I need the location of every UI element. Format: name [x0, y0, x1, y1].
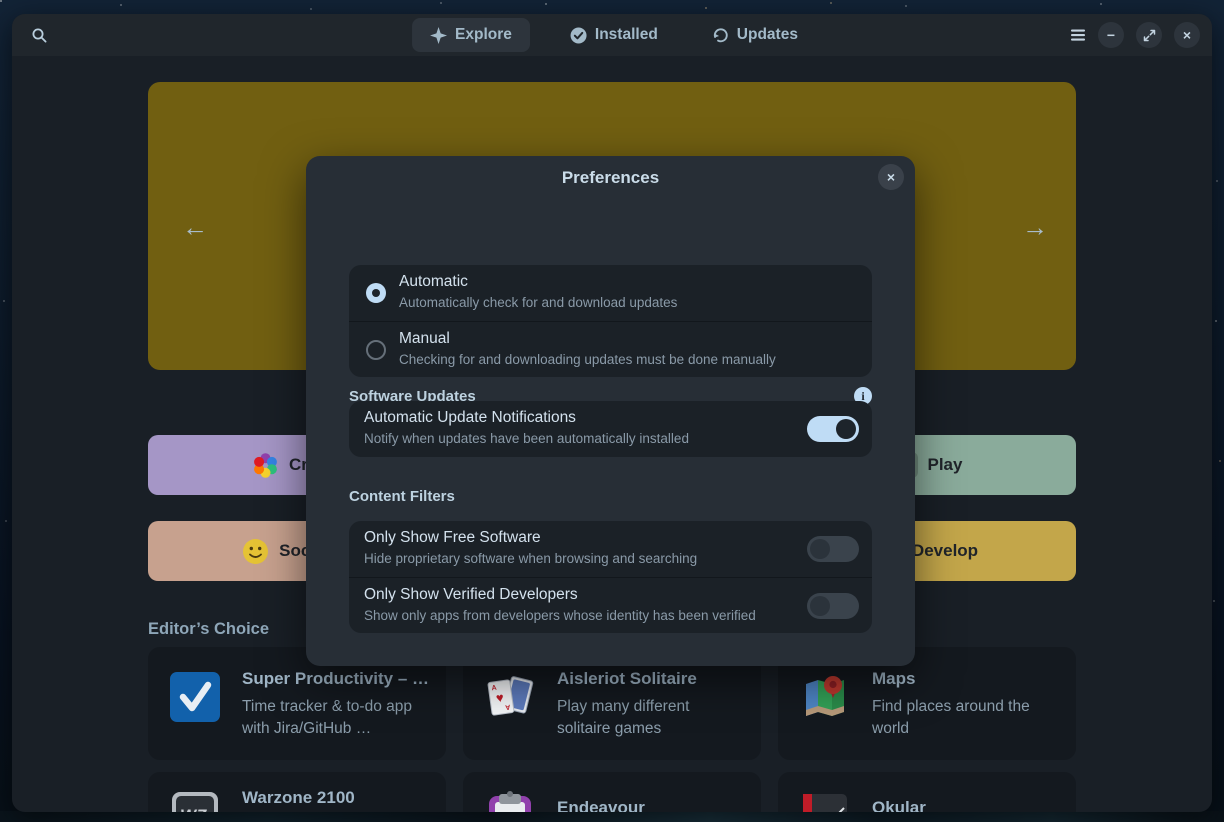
toggle-description: Notify when updates have been automatica…: [364, 431, 689, 446]
tab-explore[interactable]: Explore: [412, 18, 530, 52]
tab-explore-label: Explore: [455, 26, 512, 44]
verified-developers-row: Only Show Verified Developers Show only …: [349, 577, 872, 633]
tab-updates[interactable]: Updates: [698, 18, 812, 52]
editors-choice-heading: Editor’s Choice: [148, 620, 269, 639]
toggle-description: Hide proprietary software when browsing …: [364, 551, 697, 566]
headerbar: Explore Installed Updates: [12, 14, 1212, 56]
free-software-row: Only Show Free Software Hide proprietary…: [349, 521, 872, 577]
app-summary: Play many different solitaire games: [557, 696, 747, 740]
toggle-label: Only Show Free Software: [364, 529, 541, 547]
super-productivity-icon: [170, 672, 220, 722]
app-card-okular[interactable]: Okular: [778, 772, 1076, 812]
option-description: Automatically check for and download upd…: [399, 295, 677, 310]
content-filters-heading-row: Content Filters: [349, 488, 872, 505]
dialog-title: Preferences: [306, 168, 915, 188]
carousel-prev-button[interactable]: ←: [178, 210, 212, 244]
menu-button[interactable]: [1070, 28, 1086, 42]
svg-text:WZ: WZ: [180, 806, 207, 812]
toggle-label: Only Show Verified Developers: [364, 586, 578, 604]
installed-icon: [570, 27, 587, 44]
search-button[interactable]: [24, 21, 54, 49]
option-label: Automatic: [399, 273, 468, 291]
wallpaper-bottom: [0, 811, 1224, 822]
content-filters-group: Only Show Free Software Hide proprietary…: [349, 521, 872, 633]
content-filters-heading: Content Filters: [349, 488, 455, 505]
hamburger-icon: [1070, 28, 1086, 42]
endeavour-icon: [485, 788, 535, 812]
option-description: Checking for and downloading updates mus…: [399, 352, 776, 367]
verified-developers-toggle[interactable]: [807, 593, 859, 619]
app-name: Warzone 2100: [242, 788, 432, 808]
minimize-icon: −: [1107, 28, 1115, 42]
app-card-endeavour[interactable]: Endeavour: [463, 772, 761, 812]
explore-icon: [430, 27, 447, 44]
maximize-button[interactable]: [1136, 22, 1162, 48]
automatic-option-row[interactable]: Automatic Automatically check for and do…: [349, 265, 872, 321]
aisleriot-cards-icon: A ♥ A: [485, 672, 535, 722]
tab-installed[interactable]: Installed: [556, 18, 672, 52]
updates-icon: [712, 27, 729, 44]
app-name: Okular: [872, 798, 1062, 812]
auto-update-notifications-row: Automatic Update Notifications Notify wh…: [349, 401, 872, 457]
app-name: Endeavour: [557, 798, 747, 812]
app-card-warzone[interactable]: WZ Warzone 2100: [148, 772, 446, 812]
manual-option-row[interactable]: Manual Checking for and downloading upda…: [349, 321, 872, 377]
toggle-description: Show only apps from developers whose ide…: [364, 608, 756, 623]
app-name: Maps: [872, 669, 1062, 689]
minimize-button[interactable]: −: [1098, 22, 1124, 48]
close-button[interactable]: ×: [1174, 22, 1200, 48]
preferences-dialog: Preferences × Software Updates i Automat…: [306, 156, 915, 666]
maximize-icon: [1143, 29, 1156, 42]
header-tabs: Explore Installed Updates: [412, 14, 812, 56]
app-name: Super Productivity – …: [242, 669, 432, 689]
app-name: Aisleriot Solitaire: [557, 669, 747, 689]
category-label: Play: [928, 455, 963, 475]
automatic-radio[interactable]: [366, 283, 386, 303]
update-mode-group: Automatic Automatically check for and do…: [349, 265, 872, 377]
category-label: Develop: [912, 541, 978, 561]
desktop: Explore Installed Updates: [0, 0, 1224, 822]
tab-updates-label: Updates: [737, 26, 798, 44]
wallpaper-stars: [0, 0, 2, 2]
close-icon: ×: [1183, 28, 1191, 42]
okular-icon: [800, 788, 850, 812]
tab-installed-label: Installed: [595, 26, 658, 44]
auto-update-notifications-toggle[interactable]: [807, 416, 859, 442]
maps-icon: [800, 672, 850, 722]
dialog-close-icon: ×: [887, 169, 895, 185]
dialog-close-button[interactable]: ×: [878, 164, 904, 190]
search-icon: [31, 27, 48, 44]
smiley-icon: [242, 538, 269, 565]
notifications-group: Automatic Update Notifications Notify wh…: [349, 401, 872, 457]
svg-text:A: A: [505, 703, 511, 711]
free-software-toggle[interactable]: [807, 536, 859, 562]
app-summary: Time tracker & to-do app with Jira/GitHu…: [242, 696, 432, 740]
manual-radio[interactable]: [366, 340, 386, 360]
carousel-next-button[interactable]: →: [1018, 210, 1052, 244]
warzone-icon: WZ: [170, 788, 220, 812]
create-color-wheel-icon: [252, 452, 279, 479]
window-controls: − ×: [1070, 14, 1200, 56]
toggle-label: Automatic Update Notifications: [364, 409, 576, 427]
option-label: Manual: [399, 330, 450, 348]
app-summary: Find places around the world: [872, 696, 1062, 740]
